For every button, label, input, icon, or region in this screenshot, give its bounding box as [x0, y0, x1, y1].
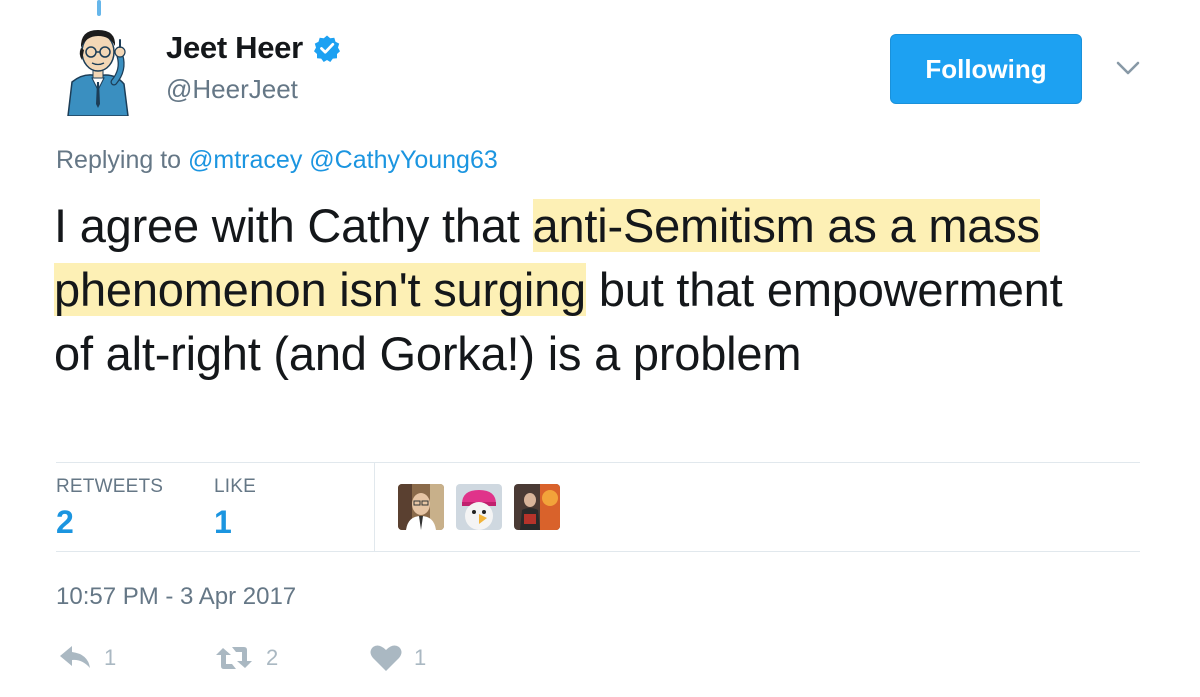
author-handle[interactable]: @HeerJeet — [166, 74, 298, 105]
mention-link-mtracey[interactable]: @mtracey — [188, 146, 302, 174]
tweet-text: I agree with Cathy that anti-Semitism as… — [54, 194, 1114, 386]
author-display-name[interactable]: Jeet Heer — [166, 30, 303, 66]
following-button[interactable]: Following — [890, 34, 1082, 104]
stats-vertical-divider — [374, 463, 375, 551]
likes-stat[interactable]: LIKE 1 — [214, 476, 256, 541]
author-avatar[interactable] — [58, 20, 140, 117]
retweets-stat[interactable]: RETWEETS 2 — [56, 476, 163, 541]
heart-icon — [370, 645, 402, 671]
likes-count: 1 — [214, 504, 232, 540]
replying-to-label: Replying to — [56, 146, 182, 174]
likers-avatar-list — [398, 484, 560, 530]
tweet-timestamp[interactable]: 10:57 PM - 3 Apr 2017 — [56, 583, 296, 611]
mention-link-cathyyoung63[interactable]: @CathyYoung63 — [309, 146, 498, 174]
retweet-action[interactable]: 2 — [214, 644, 278, 672]
retweet-count: 2 — [266, 645, 279, 670]
like-action[interactable]: 1 — [370, 644, 426, 672]
retweets-label: RETWEETS — [56, 476, 164, 497]
verified-badge-icon — [313, 35, 340, 62]
tweet-detail: Jeet Heer @HeerJeet Following Replying t… — [0, 0, 1200, 697]
reply-icon — [60, 646, 90, 668]
liker-avatar[interactable] — [456, 484, 502, 530]
stats-top-divider — [56, 462, 1140, 463]
thread-connector-line — [97, 0, 101, 16]
like-count: 1 — [414, 645, 427, 670]
chevron-down-icon[interactable] — [1112, 52, 1144, 84]
reply-count: 1 — [104, 645, 117, 670]
stats-bottom-divider — [56, 551, 1140, 552]
liker-avatar[interactable] — [514, 484, 560, 530]
replying-to-line: Replying to @mtracey @CathyYoung63 — [56, 146, 498, 175]
retweet-icon — [216, 647, 252, 669]
likes-label: LIKE — [214, 476, 256, 497]
liker-avatar[interactable] — [398, 484, 444, 530]
tweet-text-before: I agree with Cathy that — [54, 199, 533, 252]
reply-action[interactable]: 1 — [58, 644, 116, 672]
author-name-row[interactable]: Jeet Heer — [166, 30, 341, 66]
retweets-count: 2 — [56, 504, 74, 540]
